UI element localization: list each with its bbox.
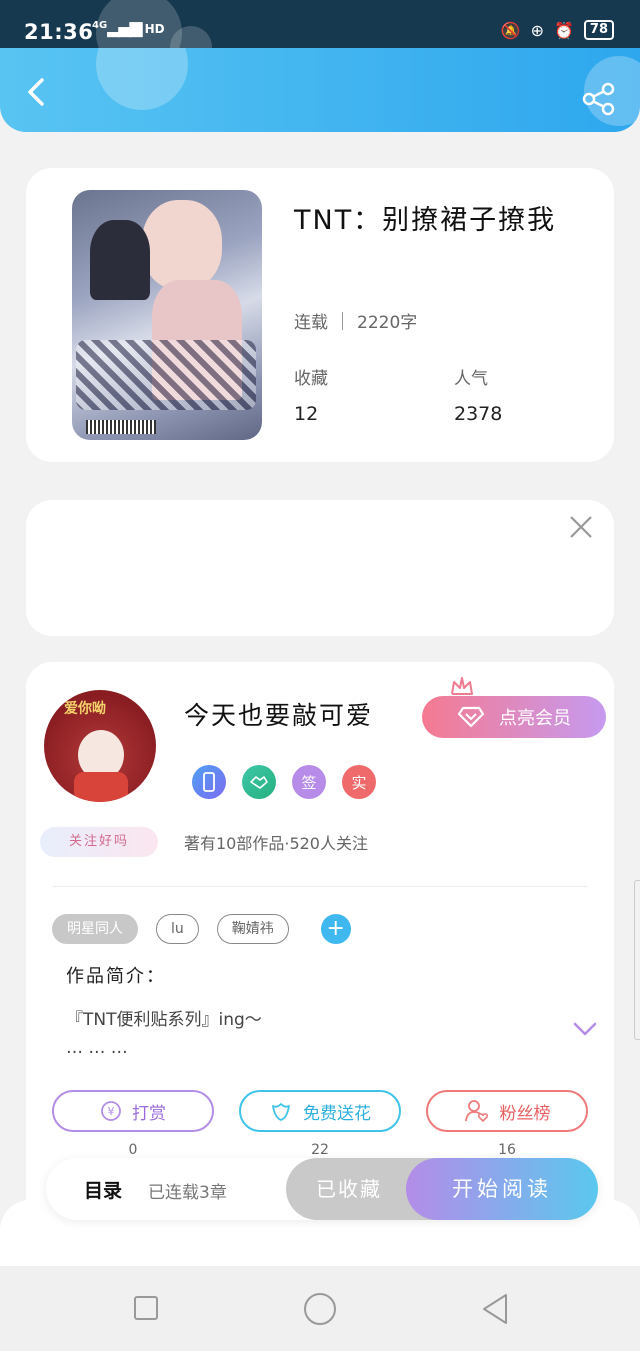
book-cover-image[interactable] — [72, 190, 262, 440]
book-title: TNT：别撩裙子撩我 — [294, 205, 557, 236]
fans-count: 16 — [498, 1142, 516, 1158]
tag-list: 明星同人 lu 鞠婧祎 + — [52, 914, 351, 944]
mute-icon: 🔕 — [500, 20, 521, 40]
signed-badge[interactable]: 签 — [292, 765, 326, 799]
chapter-count[interactable]: 已连载3章 — [148, 1178, 227, 1203]
follow-badge[interactable]: 关注好吗 — [40, 827, 158, 857]
section-divider — [52, 886, 588, 887]
back-arrow-icon[interactable] — [22, 76, 54, 108]
send-flower-button[interactable]: 免费送花 — [239, 1090, 401, 1132]
flower-icon — [272, 1103, 290, 1121]
hd-indicator: HD — [144, 22, 165, 36]
author-works-summary: 著有10部作品·520人关注 — [184, 834, 368, 853]
avatar-text: 爱你呦 — [64, 701, 106, 717]
book-meta: 连载 2220字 — [294, 308, 417, 333]
tip-count: 0 — [128, 1142, 138, 1158]
yen-coin-icon: ¥ — [101, 1101, 121, 1121]
signal-icon: ▂▄▆ — [107, 18, 142, 38]
battery-icon: 78 — [583, 20, 614, 40]
stat-value: 2378 — [454, 403, 503, 425]
add-tag-icon[interactable]: + — [320, 914, 351, 944]
stat-label: 人气 — [454, 369, 488, 389]
tag-chip[interactable]: 明星同人 — [52, 914, 138, 944]
handshake-badge-icon[interactable] — [242, 765, 276, 799]
close-icon[interactable] — [568, 514, 594, 540]
network-indicator: 4G▂▄▆ HD — [92, 18, 165, 38]
toc-button[interactable]: 目录 — [84, 1176, 122, 1203]
status-time: 21:36 — [24, 20, 94, 44]
home-icon[interactable] — [304, 1293, 336, 1325]
vip-button[interactable]: 点亮会员 — [422, 696, 606, 738]
decor-bubble — [96, 48, 188, 110]
status-icons: 🔕 ⊕ ⏰ 78 — [501, 20, 614, 40]
svg-text:¥: ¥ — [108, 1105, 115, 1118]
phone-badge-icon[interactable] — [192, 765, 226, 799]
action-counts: 0 22 16 — [52, 1142, 588, 1158]
user-heart-icon — [464, 1100, 488, 1123]
chevron-down-icon[interactable] — [572, 1020, 598, 1038]
cover-lettering — [76, 340, 256, 410]
popularity-stat: 人气 2378 — [454, 364, 502, 425]
intro-label: 作品简介： — [66, 966, 166, 987]
action-buttons: ¥ 打赏 免费送花 粉丝榜 — [52, 1090, 588, 1132]
diamond-icon — [457, 706, 485, 728]
author-name[interactable]: 今天也要敲可爱 — [184, 696, 373, 732]
verified-badge[interactable]: 实 — [342, 765, 376, 799]
alarm-icon: ⏰ — [553, 20, 574, 40]
avatar-scarf — [74, 772, 128, 802]
ad-card — [26, 500, 614, 636]
status-bar: 21:36 4G▂▄▆ HD 🔕 ⊕ ⏰ 78 — [0, 0, 640, 76]
system-nav-bar — [0, 1266, 640, 1351]
cover-figure — [90, 220, 150, 300]
network-type: 4G — [92, 20, 108, 31]
meta-divider — [342, 311, 343, 330]
author-avatar[interactable]: 爱你呦 — [44, 690, 156, 802]
scroll-indicator — [634, 880, 640, 1040]
share-icon[interactable] — [582, 82, 616, 116]
tag-chip[interactable]: 鞠婧祎 — [216, 914, 289, 944]
start-reading-button[interactable]: 开始阅读 — [406, 1158, 598, 1220]
stat-value: 12 — [294, 403, 319, 425]
intro-line: 『TNT便利贴系列』ing～ — [66, 1010, 262, 1030]
word-count: 2220字 — [357, 313, 418, 333]
tag-chip[interactable]: lu — [156, 914, 199, 944]
book-status: 连载 — [294, 313, 328, 333]
favorites-stat: 收藏 12 — [294, 364, 328, 425]
cover-figure — [142, 200, 222, 290]
crown-icon — [451, 677, 473, 695]
vip-button-label: 点亮会员 — [499, 708, 571, 729]
author-badges: 签 实 — [192, 765, 376, 799]
intro-text: 『TNT便利贴系列』ing～ … … … — [66, 1006, 262, 1062]
intro-line: … … … — [66, 1038, 128, 1058]
stat-label: 收藏 — [294, 369, 328, 389]
book-info-card: TNT：别撩裙子撩我 连载 2220字 收藏 12 人气 2378 — [26, 168, 614, 462]
tip-button[interactable]: ¥ 打赏 — [52, 1090, 214, 1132]
back-triangle-icon[interactable] — [480, 1292, 510, 1326]
recent-apps-icon[interactable] — [134, 1296, 158, 1320]
bottom-action-bar: 目录 已连载3章 已收藏 开始阅读 — [46, 1158, 598, 1220]
send-flower-label: 免费送花 — [303, 1103, 371, 1124]
flower-count: 22 — [311, 1142, 329, 1158]
cover-barcode — [86, 420, 156, 434]
tip-label: 打赏 — [132, 1103, 166, 1124]
lock-icon: ⊕ — [530, 20, 544, 40]
fans-ranking-label: 粉丝榜 — [499, 1103, 551, 1124]
top-nav-bar — [0, 48, 640, 132]
fans-ranking-button[interactable]: 粉丝榜 — [426, 1090, 588, 1132]
